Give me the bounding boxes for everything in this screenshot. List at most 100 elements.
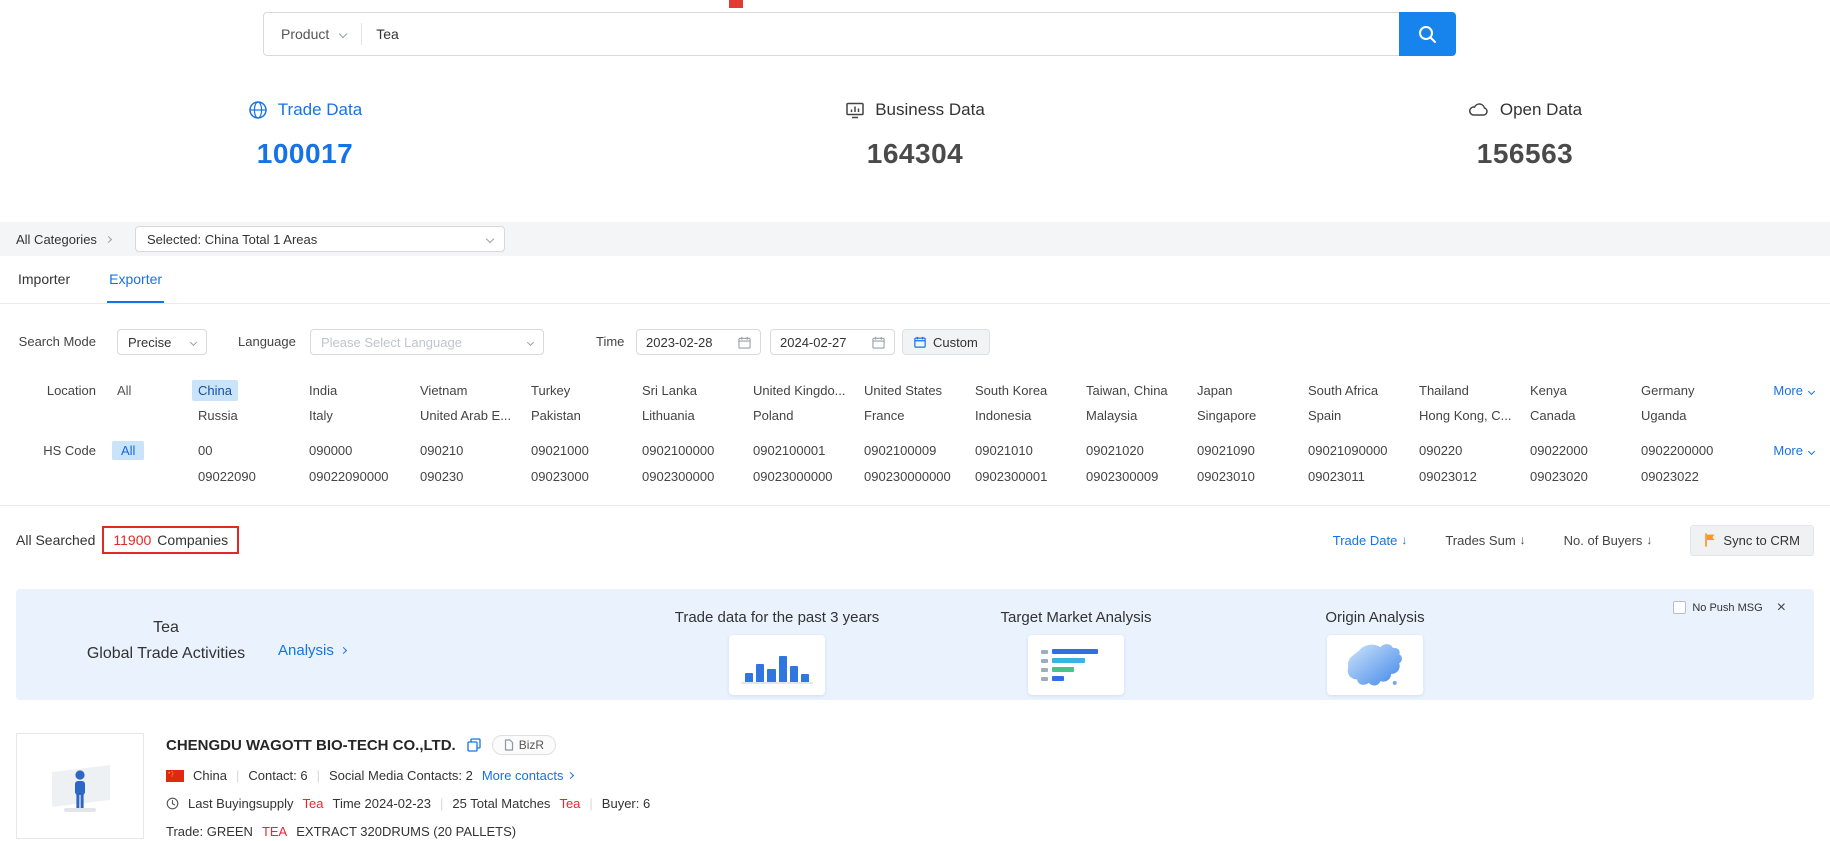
location-option[interactable]: Hong Kong, C... (1413, 405, 1518, 426)
hs-code-option[interactable]: 09023012 (1413, 466, 1483, 487)
hs-code-option[interactable]: 09023000000 (747, 466, 839, 487)
language-select[interactable]: Please Select Language (310, 329, 544, 355)
location-option[interactable]: Thailand (1413, 380, 1475, 401)
more-contacts-link[interactable]: More contacts (482, 768, 574, 783)
location-option[interactable]: France (858, 405, 910, 426)
sort-no-of-buyers[interactable]: No. of Buyers ↓ (1564, 533, 1653, 548)
location-option[interactable]: Vietnam (414, 380, 473, 401)
sort-trades-sum[interactable]: Trades Sum ↓ (1445, 533, 1525, 548)
hs-code-option[interactable]: 0902100000 (636, 440, 720, 461)
all-categories-link[interactable]: All Categories (16, 232, 111, 247)
sync-to-crm-button[interactable]: Sync to CRM (1690, 525, 1814, 556)
copy-icon[interactable] (467, 738, 481, 752)
hs-code-option[interactable]: 090230 (414, 466, 469, 487)
location-option[interactable]: Malaysia (1080, 405, 1143, 426)
location-option[interactable]: Spain (1302, 405, 1347, 426)
location-option[interactable]: China (192, 380, 238, 401)
social-contacts-count: Social Media Contacts: 2 (329, 768, 473, 783)
activity-product-highlight: Tea (303, 796, 324, 811)
location-option[interactable]: Lithuania (636, 405, 701, 426)
location-option[interactable]: Sri Lanka (636, 380, 703, 401)
custom-date-button[interactable]: Custom (902, 329, 990, 355)
chart-group-origin[interactable]: Origin Analysis (1255, 609, 1495, 695)
company-country: China (193, 768, 227, 783)
open-data-link[interactable]: Open Data (1468, 100, 1582, 120)
hs-code-option[interactable]: 0902300009 (1080, 466, 1164, 487)
location-option[interactable]: Turkey (525, 380, 576, 401)
hs-code-option[interactable]: 090210 (414, 440, 469, 461)
hbar-chart-icon (1041, 649, 1111, 681)
search-category-select[interactable]: Product (264, 26, 361, 42)
tab-exporter[interactable]: Exporter (107, 271, 164, 303)
hs-code-option[interactable]: 09021020 (1080, 440, 1150, 461)
location-option[interactable]: Kenya (1524, 380, 1573, 401)
location-all-option[interactable]: All (117, 380, 131, 402)
location-option[interactable]: Italy (303, 405, 339, 426)
location-option[interactable]: Taiwan, China (1080, 380, 1174, 401)
location-option[interactable]: Russia (192, 405, 244, 426)
location-label: Location (16, 380, 96, 402)
trade-data-link[interactable]: Trade Data (248, 100, 362, 120)
location-option[interactable]: Pakistan (525, 405, 587, 426)
hs-code-option[interactable]: 09022000 (1524, 440, 1594, 461)
location-option[interactable]: United States (858, 380, 948, 401)
hs-code-option[interactable]: 09021090 (1191, 440, 1261, 461)
location-option[interactable]: India (303, 380, 343, 401)
location-option[interactable]: United Arab E... (414, 405, 517, 426)
date-to-input[interactable]: 2024-02-27 (770, 329, 895, 355)
company-name[interactable]: CHENGDU WAGOTT BIO-TECH CO.,LTD. (166, 737, 456, 754)
hs-code-option[interactable]: 090220 (1413, 440, 1468, 461)
location-option[interactable]: Singapore (1191, 405, 1262, 426)
area-select[interactable]: Selected: China Total 1 Areas (135, 226, 505, 252)
sort-trade-date[interactable]: Trade Date ↓ (1333, 533, 1408, 548)
location-option[interactable]: South Africa (1302, 380, 1384, 401)
search-input[interactable] (362, 26, 1399, 42)
business-data-link[interactable]: Business Data (845, 100, 985, 120)
hs-code-option[interactable]: 0902100009 (858, 440, 942, 461)
hs-code-option[interactable]: 09023011 (1302, 466, 1371, 487)
chart-group-trade-data[interactable]: Trade data for the past 3 years (657, 609, 897, 695)
location-option[interactable]: Germany (1635, 380, 1700, 401)
hs-code-option[interactable]: 09023010 (1191, 466, 1261, 487)
hs-code-option[interactable]: 09023020 (1524, 466, 1594, 487)
location-option[interactable]: South Korea (969, 380, 1053, 401)
search-mode-select[interactable]: Precise (117, 329, 207, 355)
chevron-down-icon (339, 30, 347, 38)
location-option[interactable]: Indonesia (969, 405, 1037, 426)
hs-code-option[interactable]: 0902300001 (969, 466, 1053, 487)
hs-code-option[interactable]: 090000 (303, 440, 358, 461)
hs-code-option[interactable]: 0902200000 (1635, 440, 1719, 461)
tab-importer[interactable]: Importer (16, 271, 72, 303)
hs-code-all-option[interactable]: All (112, 441, 144, 460)
location-option[interactable]: Uganda (1635, 405, 1693, 426)
close-icon[interactable]: × (1777, 601, 1786, 614)
location-option[interactable]: Japan (1191, 380, 1238, 401)
hs-code-more-link[interactable]: More (1773, 440, 1814, 462)
hs-code-option[interactable]: 09022090000 (303, 466, 395, 487)
company-thumbnail[interactable] (16, 733, 144, 839)
chart-group-target-market[interactable]: Target Market Analysis (956, 609, 1196, 695)
hs-code-option[interactable]: 00 (192, 440, 218, 461)
hs-code-option[interactable]: 09021010 (969, 440, 1039, 461)
company-trade-line: Trade: GREEN TEA EXTRACT 320DRUMS (20 PA… (166, 824, 650, 839)
no-push-checkbox[interactable] (1673, 601, 1686, 614)
hs-code-option[interactable]: 09023000 (525, 466, 595, 487)
location-option[interactable]: United Kingdo... (747, 380, 852, 401)
hs-code-option[interactable]: 09021000 (525, 440, 595, 461)
hs-code-option[interactable]: 09022090 (192, 466, 262, 487)
hs-code-option[interactable]: 09023022 (1635, 466, 1705, 487)
date-from-input[interactable]: 2023-02-28 (636, 329, 761, 355)
analysis-link[interactable]: Analysis (278, 642, 346, 659)
location-option[interactable]: Canada (1524, 405, 1582, 426)
search-button[interactable] (1399, 12, 1456, 56)
hs-code-option[interactable]: 090230000000 (858, 466, 957, 487)
stat-label: Trade Data (278, 100, 362, 120)
bizr-badge[interactable]: BizR (492, 735, 556, 755)
location-more-link[interactable]: More (1773, 380, 1814, 402)
hs-code-option[interactable]: 09021090000 (1302, 440, 1394, 461)
location-option[interactable]: Poland (747, 405, 799, 426)
calendar-icon (738, 336, 751, 349)
person-icon (34, 742, 126, 830)
hs-code-option[interactable]: 0902300000 (636, 466, 720, 487)
hs-code-option[interactable]: 0902100001 (747, 440, 831, 461)
